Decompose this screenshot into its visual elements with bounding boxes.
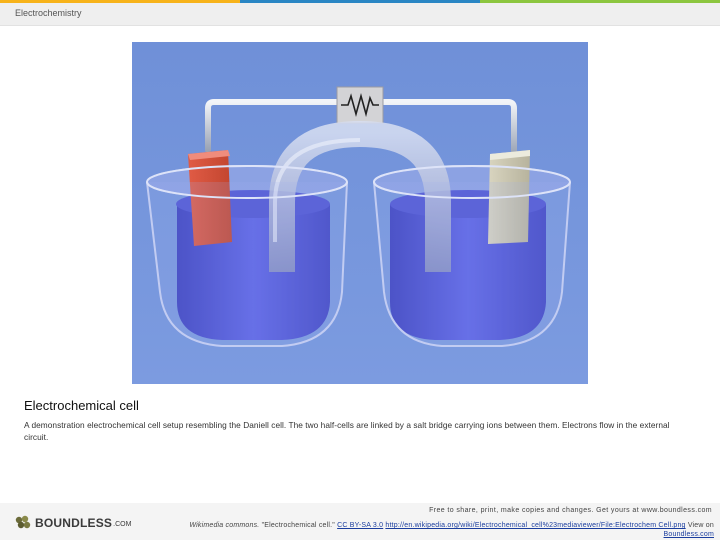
caption-text: A demonstration electrochemical cell set… (24, 420, 670, 442)
boundless-link[interactable]: Boundless.com (664, 531, 714, 538)
header-bar: Electrochemistry (0, 3, 720, 26)
attribution-title: "Electrochemical cell." (261, 522, 335, 529)
license-link[interactable]: CC BY-SA 3.0 (337, 522, 383, 529)
caption-title: Electrochemical cell (24, 398, 139, 413)
source-link[interactable]: http://en.wikipedia.org/wiki/Electrochem… (385, 522, 685, 529)
boundless-logo[interactable]: BOUNDLESS .COM (14, 515, 131, 531)
view-on-label: View on (687, 522, 714, 529)
resistor-icon (336, 86, 384, 124)
left-beaker-glass (146, 181, 348, 347)
attribution: Wikimedia commons. "Electrochemical cell… (144, 521, 714, 539)
footer: BOUNDLESS .COM Free to share, print, mak… (0, 503, 720, 540)
logo-suffix: .COM (113, 521, 132, 528)
page-title: Electrochemistry (15, 8, 82, 18)
electrochemical-cell-figure (132, 42, 588, 384)
logo-text: BOUNDLESS (35, 516, 113, 530)
boundless-logo-icon (15, 515, 31, 529)
right-beaker-glass (373, 181, 571, 347)
share-notice: Free to share, print, make copies and ch… (429, 507, 712, 514)
attribution-source: Wikimedia commons. (189, 522, 260, 529)
